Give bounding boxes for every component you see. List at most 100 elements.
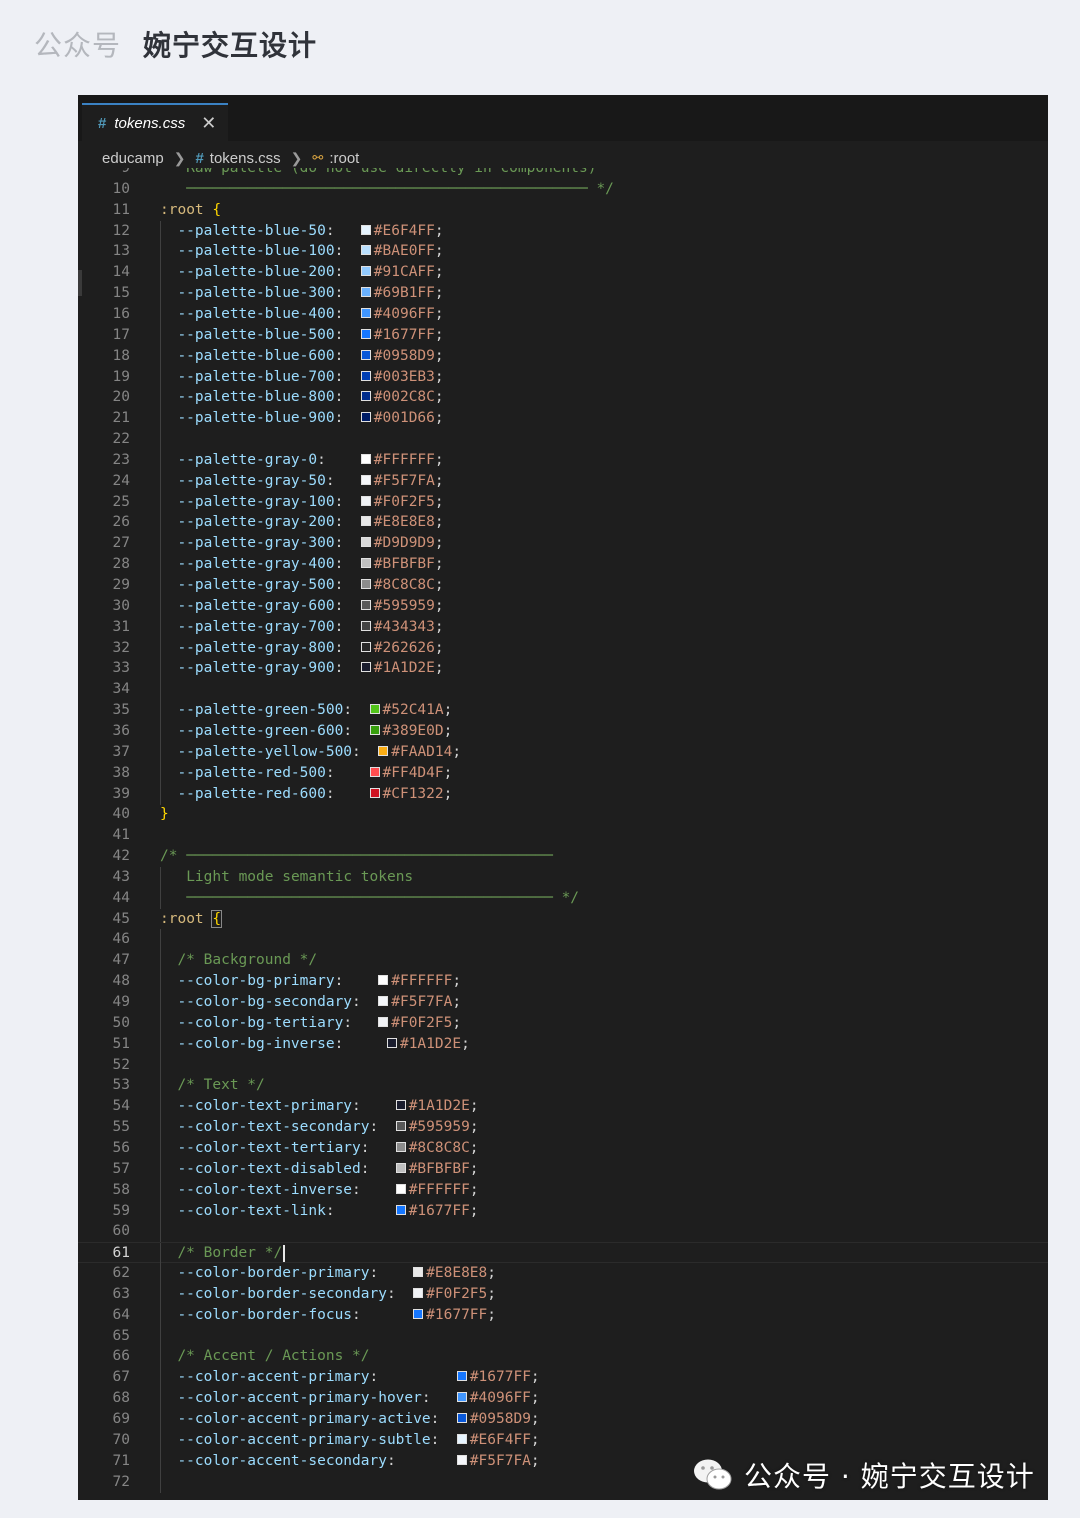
code-line[interactable]: 58 --color-text-inverse: #FFFFFF; [78,1179,1048,1201]
code-line[interactable]: 14 --palette-blue-200: #91CAFF; [78,262,1048,284]
code-line[interactable]: 69 --color-accent-primary-active: #0958D9… [78,1409,1048,1430]
color-swatch[interactable] [378,975,389,986]
color-swatch[interactable] [369,787,380,798]
code-line[interactable]: 32 --palette-gray-800: #262626; [78,637,1048,659]
color-swatch[interactable] [456,1454,467,1465]
color-swatch[interactable] [369,766,380,777]
code-line[interactable]: 43 Light mode semantic tokens [78,866,1048,888]
color-swatch[interactable] [413,1287,424,1298]
color-swatch[interactable] [378,745,389,756]
code-line[interactable]: 46 [78,929,1048,951]
color-swatch[interactable] [360,474,371,485]
color-swatch[interactable] [360,307,371,318]
code-line[interactable]: 17 --palette-blue-500: #1677FF; [78,324,1048,346]
color-swatch[interactable] [360,370,371,381]
color-swatch[interactable] [456,1371,467,1382]
color-swatch[interactable] [360,453,371,464]
code-line[interactable]: 56 --color-text-tertiary: #8C8C8C; [78,1137,1048,1159]
color-swatch[interactable] [360,620,371,631]
breadcrumb-symbol[interactable]: :root [329,150,359,167]
color-swatch[interactable] [360,391,371,402]
code-line[interactable]: 26 --palette-gray-200: #E8E8E8; [78,512,1048,534]
code-line[interactable]: 30 --palette-gray-600: #595959; [78,595,1048,617]
close-icon[interactable]: ✕ [201,113,216,134]
code-line[interactable]: 41 [78,825,1048,846]
code-line[interactable]: 24 --palette-gray-50: #F5F7FA; [78,470,1048,492]
code-line[interactable]: 10 ──────────────────────────────────────… [78,179,1048,200]
code-line[interactable]: 21 --palette-blue-900: #001D66; [78,408,1048,430]
color-swatch[interactable] [395,1204,406,1215]
code-line[interactable]: 50 --color-bg-tertiary: #F0F2F5; [78,1012,1048,1034]
color-swatch[interactable] [378,1016,389,1027]
color-swatch[interactable] [360,245,371,256]
color-swatch[interactable] [395,1183,406,1194]
color-swatch[interactable] [369,704,380,715]
code-line[interactable]: 27 --palette-gray-300: #D9D9D9; [78,533,1048,555]
code-line[interactable]: 29 --palette-gray-500: #8C8C8C; [78,575,1048,596]
code-line[interactable]: 35 --palette-green-500: #52C41A; [78,700,1048,722]
code-line[interactable]: 20 --palette-blue-800: #002C8C; [78,387,1048,409]
code-line[interactable]: 37 --palette-yellow-500: #FAAD14; [78,741,1048,763]
color-swatch[interactable] [386,1037,397,1048]
breadcrumb-file[interactable]: tokens.css [210,150,281,167]
code-line[interactable]: 62 --color-border-primary: #E8E8E8; [78,1263,1048,1285]
color-swatch[interactable] [369,724,380,735]
color-swatch[interactable] [360,579,371,589]
color-swatch[interactable] [378,996,389,1006]
code-line[interactable]: 28 --palette-gray-400: #BFBFBF; [78,554,1048,576]
color-swatch[interactable] [395,1121,406,1132]
code-line[interactable]: 67 --color-accent-primary: #1677FF; [78,1367,1048,1389]
code-line[interactable]: 54 --color-text-primary: #1A1D2E; [78,1096,1048,1118]
code-line[interactable]: 39 --palette-red-600: #CF1322; [78,783,1048,805]
code-line[interactable]: 66 /* Accent / Actions */ [78,1346,1048,1368]
code-line[interactable]: 12 --palette-blue-50: #E6F4FF; [78,220,1048,242]
code-line[interactable]: 57 --color-text-disabled: #BFBFBF; [78,1158,1048,1180]
color-swatch[interactable] [360,662,371,673]
color-swatch[interactable] [395,1100,406,1111]
color-swatch[interactable] [360,599,371,610]
color-swatch[interactable] [360,266,371,277]
code-line[interactable]: 34 [78,679,1048,701]
code-line[interactable]: 36 --palette-green-600: #389E0D; [78,720,1048,742]
color-swatch[interactable] [360,349,371,360]
color-swatch[interactable] [360,558,371,569]
color-swatch[interactable] [413,1308,424,1319]
code-line[interactable]: 38 --palette-red-500: #FF4D4F; [78,762,1048,784]
color-swatch[interactable] [360,516,371,527]
code-line[interactable]: 16 --palette-blue-400: #4096FF; [78,303,1048,325]
code-line[interactable]: 18 --palette-blue-600: #0958D9; [78,345,1048,367]
color-swatch[interactable] [360,495,371,506]
code-line[interactable]: 31 --palette-gray-700: #434343; [78,616,1048,638]
code-line[interactable]: 23 --palette-gray-0: #FFFFFF; [78,449,1048,471]
code-line[interactable]: 55 --color-text-secondary: #595959; [78,1117,1048,1139]
code-editor[interactable]: # tokens.css ✕ 9 Raw palette (do not use … [78,95,1048,1500]
color-swatch[interactable] [456,1392,467,1403]
code-line[interactable]: 59 --color-text-link: #1677FF; [78,1200,1048,1222]
code-line[interactable]: 52 [78,1054,1048,1076]
code-line[interactable]: 51 --color-bg-inverse: #1A1D2E; [78,1033,1048,1055]
code-line[interactable]: 53 /* Text */ [78,1075,1048,1097]
code-line[interactable]: 60 [78,1221,1048,1243]
code-line[interactable]: 40} [78,804,1048,825]
code-line[interactable]: 61 /* Border */ [78,1242,1048,1265]
code-line[interactable]: 48 --color-bg-primary: #FFFFFF; [78,971,1048,993]
tab-tokens-css[interactable]: # tokens.css ✕ [82,103,228,141]
color-swatch[interactable] [456,1433,467,1444]
color-swatch[interactable] [360,328,371,339]
code-line[interactable]: 63 --color-border-secondary: #F0F2F5; [78,1283,1048,1305]
code-line[interactable]: 49 --color-bg-secondary: #F5F7FA; [78,992,1048,1013]
color-swatch[interactable] [360,224,371,235]
code-line[interactable]: 15 --palette-blue-300: #69B1FF; [78,283,1048,305]
color-swatch[interactable] [360,537,371,548]
code-line[interactable]: 19 --palette-blue-700: #003EB3; [78,366,1048,388]
code-line[interactable]: 64 --color-border-focus: #1677FF; [78,1304,1048,1326]
color-swatch[interactable] [413,1267,424,1278]
color-swatch[interactable] [395,1162,406,1173]
code-line[interactable]: 22 [78,429,1048,451]
code-line[interactable]: 11:root { [78,200,1048,221]
code-line[interactable]: 42 /* ───────────────────────────────────… [78,846,1048,867]
code-line[interactable]: 70 --color-accent-primary-subtle: #E6F4FF… [78,1429,1048,1451]
color-swatch[interactable] [360,287,371,298]
code-line[interactable]: 68 --color-accent-primary-hover: #4096FF; [78,1388,1048,1410]
code-line[interactable]: 25 --palette-gray-100: #F0F2F5; [78,491,1048,513]
